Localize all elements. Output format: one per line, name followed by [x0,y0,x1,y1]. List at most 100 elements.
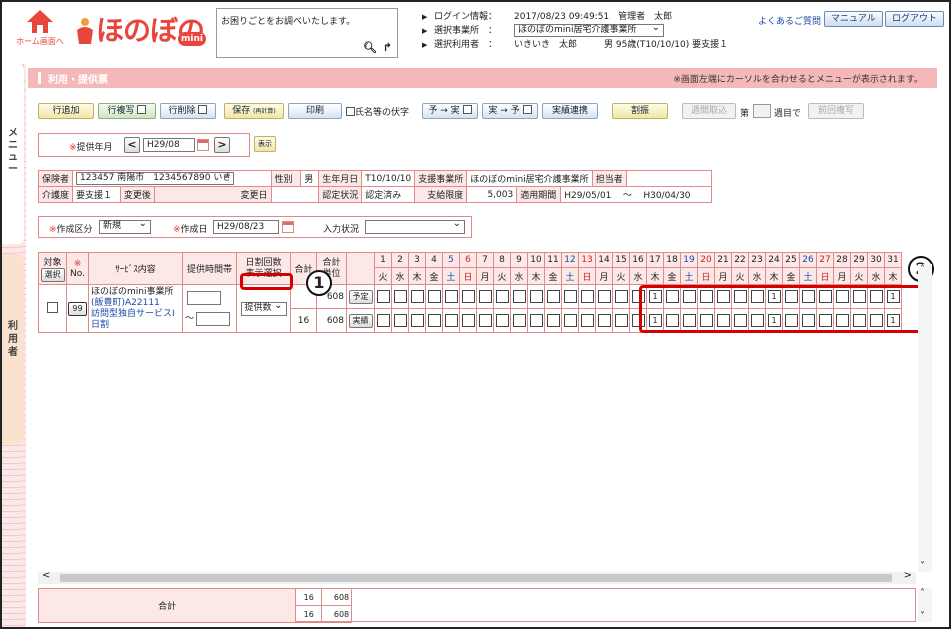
weekday-header: 水 [391,267,409,285]
sex-value: 男 [300,170,320,187]
weekday-header: 木 [527,267,545,285]
user-tab[interactable]: 利用者 [2,254,24,444]
plan-day-cell[interactable] [512,290,526,303]
day-header: 14 [595,252,613,268]
user-label: 選択利用者 ： [434,40,498,50]
actual-to-plan-button[interactable]: 実 → 予 [482,103,538,119]
plan-button[interactable]: 予定 [348,289,373,304]
plan-day-cell[interactable] [461,290,475,303]
row-number[interactable]: 99 [68,301,87,316]
user-value: いきいき 太郎 男 95歳(T10/10/10) 要支援１ [514,40,729,50]
grid-horizontal-scrollbar[interactable]: < > [38,570,916,584]
plan-to-actual-button[interactable]: 予 → 実 [422,103,478,119]
chevron-right-icon[interactable]: > [904,570,912,581]
manual-button[interactable]: マニュアル [824,11,883,27]
highlight-daily-select [240,273,293,290]
actual-day-cell[interactable] [546,314,560,327]
home-label: ホーム画面へ [16,37,64,46]
calendar-icon[interactable] [282,221,294,233]
actual-day-cell[interactable] [410,314,424,327]
office-select[interactable]: ほのぼのmini居宅介護事業所 [514,22,664,37]
day-header: 21 [714,252,732,268]
triangle-icon: ▶ [422,41,428,49]
actual-day-cell[interactable] [393,314,407,327]
plan-day-cell[interactable] [614,290,628,303]
chevron-up-icon[interactable]: ˄ [920,588,925,599]
actual-day-cell[interactable] [376,314,390,327]
actual-day-cell[interactable] [478,314,492,327]
checkbox-icon[interactable] [346,107,355,116]
save-button[interactable]: 保存 (再計算) [224,103,284,119]
chevron-left-icon[interactable]: < [42,570,50,581]
weekly-import-button[interactable]: 週間取込 [682,103,736,119]
actual-link-button[interactable]: 実績連携 [542,103,598,119]
next-month-button[interactable]: > [214,137,230,153]
insurer-select[interactable]: 123457 南陽市 1234567890 いき [76,170,235,185]
actual-day-cell[interactable] [614,314,628,327]
copy-row-button[interactable]: 行複写 [98,103,156,119]
plan-day-cell[interactable] [495,290,509,303]
plan-day-cell[interactable] [546,290,560,303]
plan-day-cell[interactable] [444,290,458,303]
help-search-input[interactable]: お困りごとをお調べいたします。 🔍︎ ↱ [216,8,398,58]
select-all-button[interactable]: 選択 [40,268,65,282]
actual-day-cell[interactable] [512,314,526,327]
actual-day-cell[interactable] [427,314,441,327]
daily-count-select[interactable]: 提供数 [240,300,287,316]
period-input[interactable]: H29/08 [143,138,195,152]
plan-day-cell[interactable] [478,290,492,303]
creation-date-input[interactable]: H29/08/23 [213,220,279,234]
search-icon[interactable]: 🔍︎ [363,41,377,54]
previous-copy-button[interactable]: 前回複写 [808,103,864,119]
prev-month-button[interactable]: < [124,137,140,153]
actual-day-cell[interactable] [580,314,594,327]
plan-day-cell[interactable] [597,290,611,303]
chevron-up-icon[interactable]: ˄ [920,264,925,275]
actual-day-cell[interactable] [563,314,577,327]
actual-day-cell[interactable] [495,314,509,327]
weekday-header: 日 [578,267,596,285]
service-content[interactable]: ほのぼのmini事業所 (飯豊町)A22111 訪問型独自サービスⅠ 日割 [88,284,183,333]
logout-button[interactable]: ログアウト [885,11,945,27]
faq-link[interactable]: よくあるご質問 [758,14,821,27]
redo-arrow-icon[interactable]: ↱ [383,41,392,54]
actual-day-cell[interactable] [529,314,543,327]
row-select-checkbox[interactable] [47,302,58,313]
plan-day-cell[interactable] [393,290,407,303]
service-office: ほのぼのmini事業所 [91,286,174,297]
name-mask-checkbox[interactable]: 氏名等の伏字 [346,105,409,118]
time-start-input[interactable] [187,291,221,306]
actual-day-cell[interactable] [444,314,458,327]
triangle-icon: ▶ [422,13,428,21]
grid-vertical-scrollbar[interactable]: ˄ ˅ [918,264,932,572]
scrollbar-thumb[interactable] [60,574,892,582]
creation-group: ※作成区分 新規 ※作成日 H29/08/23 入力状況 [38,216,472,238]
home-button[interactable]: ホーム画面へ [14,10,66,54]
menu-tab[interactable]: メニュー [2,64,24,244]
allocate-button[interactable]: 割振 [612,103,668,119]
chevron-down-icon[interactable]: ˅ [920,611,925,622]
birth-value: T10/10/10 [361,170,416,187]
plan-day-cell[interactable] [410,290,424,303]
delete-row-button[interactable]: 行削除 [160,103,216,119]
week-number-input[interactable] [753,104,771,118]
actual-button[interactable]: 実績 [348,313,373,328]
plan-day-cell[interactable] [580,290,594,303]
add-row-button[interactable]: 行追加 [38,103,94,119]
calendar-icon[interactable] [197,139,209,151]
plan-day-cell[interactable] [427,290,441,303]
print-button[interactable]: 印刷 [288,103,342,119]
totals-vertical-scrollbar[interactable]: ˄ ˅ [918,588,932,622]
input-status-select[interactable] [365,218,465,234]
creation-kind-select[interactable]: 新規 [99,218,151,234]
show-button[interactable]: 表示 [254,136,276,152]
time-end-input[interactable] [196,311,231,326]
plan-day-cell[interactable] [376,290,390,303]
plan-day-cell[interactable] [529,290,543,303]
actual-day-cell[interactable] [461,314,475,327]
week-suffix: 週目で [774,109,802,119]
actual-day-cell[interactable] [597,314,611,327]
office-label: 選択事業所 ： [434,26,498,36]
chevron-down-icon[interactable]: ˅ [920,561,925,572]
plan-day-cell[interactable] [563,290,577,303]
